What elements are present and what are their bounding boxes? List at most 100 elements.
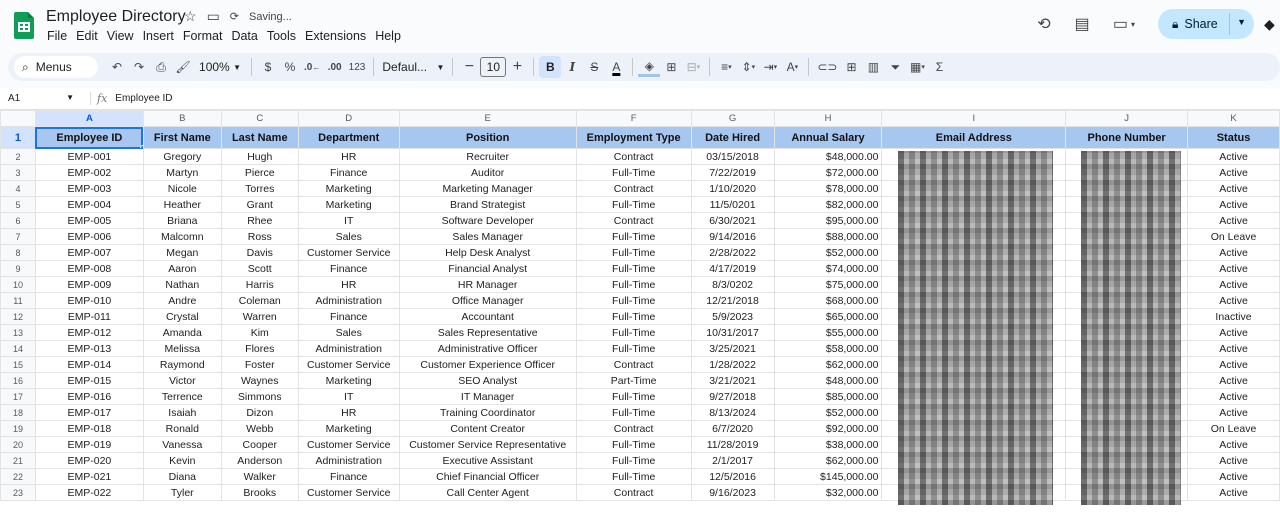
cell[interactable]: Rhee [220,212,299,229]
cell[interactable]: Terrence [142,388,222,405]
cell[interactable]: IT [297,388,400,405]
cell[interactable]: 1/28/2022 [690,356,775,373]
menu-file[interactable]: File [47,29,72,43]
font-family-select[interactable]: Defaul... ▼ [379,56,447,78]
cell[interactable]: Full-Time [575,196,692,213]
cell[interactable]: Administration [297,292,400,309]
cell[interactable]: EMP-005 [34,212,144,229]
cell[interactable]: Active [1187,292,1280,309]
cell[interactable]: Foster [220,356,299,373]
row-header[interactable]: 10 [0,276,36,293]
menu-format[interactable]: Format [183,29,228,43]
cell[interactable]: EMP-017 [34,404,144,421]
cell[interactable]: Finance [297,468,400,485]
cell[interactable]: Contract [575,420,692,437]
cell[interactable]: $95,000.00 [773,212,883,229]
cell[interactable]: EMP-011 [34,308,144,325]
cell[interactable]: Raymond [142,356,222,373]
cell[interactable]: $58,000.00 [773,340,883,357]
cell[interactable]: SEO Analyst [398,372,577,389]
redo-icon[interactable]: ↷ [128,56,150,78]
star-icon[interactable]: ☆ [184,8,197,25]
cell[interactable]: $74,000.00 [773,260,883,277]
cell[interactable]: Brand Strategist [398,196,577,213]
cell[interactable]: Inactive [1187,308,1280,325]
cell[interactable]: Waynes [220,372,299,389]
merge-cells-icon[interactable]: ⊟ ▾ [682,56,704,78]
cell[interactable]: 9/16/2023 [690,484,775,501]
cell[interactable]: $52,000.00 [773,404,883,421]
cell[interactable]: 12/5/2016 [690,468,775,485]
undo-icon[interactable]: ↶ [106,56,128,78]
column-header-k[interactable]: K [1187,110,1280,127]
row-header[interactable]: 4 [0,180,36,197]
cell[interactable]: EMP-004 [34,196,144,213]
cell[interactable]: Tyler [142,484,222,501]
cell[interactable]: Sales Manager [398,228,577,245]
column-header-b[interactable]: B [142,110,222,127]
cell[interactable]: Office Manager [398,292,577,309]
sheets-logo-icon[interactable] [14,12,34,39]
spreadsheet-grid[interactable]: ABCDEFGHIJK 1 Employee ID First Name Last N… [0,110,1280,514]
cell[interactable]: Customer Service [297,484,400,501]
cell[interactable]: 9/27/2018 [690,388,775,405]
cell[interactable]: 8/13/2024 [690,404,775,421]
cell[interactable]: Active [1187,164,1280,181]
cell[interactable]: IT [297,212,400,229]
cell[interactable]: Nicole [142,180,222,197]
cell[interactable]: $62,000.00 [773,356,883,373]
row-header[interactable]: 13 [0,324,36,341]
cell[interactable]: $65,000.00 [773,308,883,325]
header-cell[interactable]: Last Name [220,126,299,149]
cell[interactable]: EMP-013 [34,340,144,357]
cell[interactable]: $48,000.00 [773,372,883,389]
cell[interactable]: $62,000.00 [773,452,883,469]
cell[interactable]: Active [1187,452,1280,469]
share-button[interactable]: 🔒︎ Share ▼ [1158,9,1254,39]
text-color-button[interactable]: A [605,56,627,78]
cell[interactable]: Customer Service [297,436,400,453]
cell[interactable]: Finance [297,260,400,277]
cell[interactable]: Grant [220,196,299,213]
cell[interactable]: Marketing [297,420,400,437]
menu-insert[interactable]: Insert [143,29,179,43]
cell[interactable]: Active [1187,212,1280,229]
cell[interactable]: Full-Time [575,468,692,485]
cell[interactable]: Webb [220,420,299,437]
cell[interactable]: Aaron [142,260,222,277]
cell[interactable]: Administration [297,340,400,357]
cell[interactable]: Briana [142,212,222,229]
menu-help[interactable]: Help [375,29,406,43]
cell[interactable]: Davis [220,244,299,261]
paint-format-icon[interactable]: 🖌︎ [172,56,194,78]
cell[interactable]: Part-Time [575,372,692,389]
cell[interactable]: Marketing [297,180,400,197]
column-header-c[interactable]: C [220,110,299,127]
cell[interactable]: Nathan [142,276,222,293]
cell[interactable]: Crystal [142,308,222,325]
cell[interactable]: $78,000.00 [773,180,883,197]
cell[interactable]: Call Center Agent [398,484,577,501]
cell[interactable]: Active [1187,404,1280,421]
formula-input[interactable]: Employee ID [115,93,172,104]
cell[interactable]: Administrative Officer [398,340,577,357]
cell[interactable]: Full-Time [575,244,692,261]
cell[interactable]: Full-Time [575,164,692,181]
cell[interactable]: 11/5/0201 [690,196,775,213]
select-all-corner[interactable] [0,110,36,127]
font-size-decrease-icon[interactable]: − [458,56,480,78]
cell[interactable]: EMP-003 [34,180,144,197]
cell[interactable]: Coleman [220,292,299,309]
cell[interactable]: $68,000.00 [773,292,883,309]
cell[interactable]: Scott [220,260,299,277]
row-header[interactable]: 2 [0,148,36,165]
cell[interactable]: IT Manager [398,388,577,405]
cell[interactable]: Contract [575,148,692,165]
header-cell[interactable]: Status [1187,126,1280,149]
row-header[interactable]: 14 [0,340,36,357]
row-header[interactable]: 5 [0,196,36,213]
cell[interactable]: EMP-015 [34,372,144,389]
cell[interactable]: EMP-002 [34,164,144,181]
cell[interactable]: Sales [297,228,400,245]
cell[interactable]: Megan [142,244,222,261]
